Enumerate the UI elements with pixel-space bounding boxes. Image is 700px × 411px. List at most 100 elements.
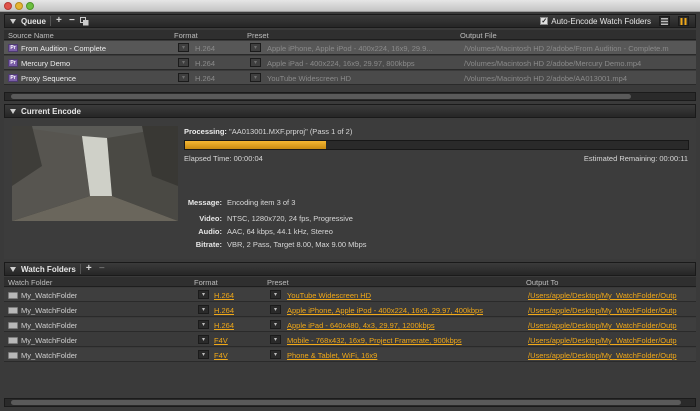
- folder-icon: [8, 307, 18, 314]
- message-label: Message:: [187, 198, 222, 207]
- project-file-icon: Pr: [8, 44, 18, 52]
- remove-watch-folder-button[interactable]: −: [97, 264, 107, 274]
- bitrate-value: VBR, 2 Pass, Target 8.00, Max 9.00 Mbps: [227, 240, 367, 249]
- queue-panel-header: Queue + − ✓ Auto-Encode Watch Folders: [4, 14, 696, 28]
- zoom-window-button[interactable]: [26, 2, 34, 10]
- current-encode-panel-header: Current Encode: [4, 104, 696, 118]
- preset-value[interactable]: Apple iPad - 640x480, 4x3, 29.97, 1200kb…: [287, 321, 517, 330]
- col-source-name[interactable]: Source Name: [8, 31, 54, 40]
- pause-icon: [680, 17, 687, 25]
- video-preview-thumbnail: [12, 126, 178, 221]
- watch-folder-row[interactable]: My_WatchFolder ▾ F4V ▾ Mobile - 768x432,…: [4, 333, 696, 347]
- watch-folder-row[interactable]: My_WatchFolder ▾ H.264 ▾ YouTube Widescr…: [4, 288, 696, 302]
- format-dropdown[interactable]: ▾: [198, 350, 209, 359]
- watch-folder-row[interactable]: My_WatchFolder ▾ F4V ▾ Phone & Tablet, W…: [4, 348, 696, 362]
- preset-dropdown[interactable]: ▾: [270, 335, 281, 344]
- output-to-value[interactable]: /Users/apple/Desktop/My_WatchFolder/Outp: [528, 321, 694, 330]
- scrollbar-thumb[interactable]: [11, 400, 681, 405]
- encode-progress-bar: [184, 140, 689, 150]
- minimize-window-button[interactable]: [15, 2, 23, 10]
- format-dropdown[interactable]: ▾: [198, 335, 209, 344]
- preset-dropdown[interactable]: ▾: [250, 43, 261, 52]
- watch-folder-name: My_WatchFolder: [21, 321, 78, 330]
- format-dropdown[interactable]: ▾: [198, 305, 209, 314]
- source-name: Proxy Sequence: [21, 74, 77, 83]
- output-file-value[interactable]: /Volumes/Macintosh HD 2/adobe/Mercury De…: [464, 59, 694, 68]
- col-output-to[interactable]: Output To: [526, 278, 558, 287]
- collapse-triangle-icon[interactable]: [10, 108, 16, 114]
- current-encode-body: Processing: "AA013001.MXF.prproj" (Pass …: [4, 118, 696, 259]
- scrollbar-thumb[interactable]: [11, 94, 631, 99]
- preset-value[interactable]: YouTube Widescreen HD: [287, 291, 517, 300]
- output-to-value[interactable]: /Users/apple/Desktop/My_WatchFolder/Outp: [528, 306, 694, 315]
- project-file-icon: Pr: [8, 74, 18, 82]
- queue-row[interactable]: Pr From Audition - Complete ▾ H.264 ▾ Ap…: [4, 41, 696, 55]
- queue-horizontal-scrollbar[interactable]: [4, 92, 696, 101]
- preset-value: Apple iPad - 400x224, 16x9, 29.97, 800kb…: [267, 59, 415, 68]
- format-value[interactable]: H.264: [214, 306, 234, 315]
- format-dropdown[interactable]: ▾: [198, 320, 209, 329]
- divider: [49, 16, 51, 26]
- output-file-value[interactable]: /Volumes/Macintosh HD 2/adobe/AA013001.m…: [464, 74, 694, 83]
- collapse-triangle-icon[interactable]: [10, 18, 16, 24]
- add-source-button[interactable]: +: [54, 16, 64, 26]
- watch-folders-horizontal-scrollbar[interactable]: [4, 398, 696, 407]
- watch-folder-row[interactable]: My_WatchFolder ▾ H.264 ▾ Apple iPhone, A…: [4, 303, 696, 317]
- col-format[interactable]: Format: [194, 278, 218, 287]
- preset-dropdown[interactable]: ▾: [270, 305, 281, 314]
- window-titlebar: [0, 0, 700, 12]
- format-value[interactable]: F4V: [214, 351, 228, 360]
- queue-row[interactable]: Pr Proxy Sequence ▾ H.264 ▾ YouTube Wide…: [4, 71, 696, 85]
- duplicate-icon: [80, 16, 89, 25]
- queue-row[interactable]: Pr Mercury Demo ▾ H.264 ▾ Apple iPad - 4…: [4, 56, 696, 70]
- preset-dropdown[interactable]: ▾: [270, 320, 281, 329]
- output-to-value[interactable]: /Users/apple/Desktop/My_WatchFolder/Outp: [528, 336, 694, 345]
- col-output-file[interactable]: Output File: [460, 31, 497, 40]
- video-value: NTSC, 1280x720, 24 fps, Progressive: [227, 214, 353, 223]
- preset-value[interactable]: Phone & Tablet, WiFi, 16x9: [287, 351, 517, 360]
- close-window-button[interactable]: [4, 2, 12, 10]
- video-line: Video: NTSC, 1280x720, 24 fps, Progressiv…: [186, 214, 353, 223]
- format-value[interactable]: H.264: [214, 291, 234, 300]
- output-to-value[interactable]: /Users/apple/Desktop/My_WatchFolder/Outp: [528, 291, 694, 300]
- collapse-triangle-icon[interactable]: [10, 266, 16, 272]
- watch-folder-row[interactable]: My_WatchFolder ▾ H.264 ▾ Apple iPad - 64…: [4, 318, 696, 332]
- source-name: Mercury Demo: [21, 59, 71, 68]
- col-preset[interactable]: Preset: [267, 278, 289, 287]
- preview-image: [12, 126, 178, 221]
- queue-controls: ✓ Auto-Encode Watch Folders: [540, 16, 689, 26]
- col-format[interactable]: Format: [174, 31, 198, 40]
- preset-dropdown[interactable]: ▾: [250, 58, 261, 67]
- format-dropdown[interactable]: ▾: [178, 58, 189, 67]
- format-value: H.264: [195, 59, 216, 68]
- format-dropdown[interactable]: ▾: [198, 290, 209, 299]
- format-dropdown[interactable]: ▾: [178, 73, 189, 82]
- current-encode-title: Current Encode: [21, 106, 82, 116]
- source-name: From Audition - Complete: [21, 44, 107, 53]
- processing-line: Processing: "AA013001.MXF.prproj" (Pass …: [184, 127, 352, 136]
- format-dropdown[interactable]: ▾: [178, 43, 189, 52]
- pause-queue-button[interactable]: [678, 16, 689, 26]
- preset-value[interactable]: Apple iPhone, Apple iPod - 400x224, 16x9…: [287, 306, 517, 315]
- format-value[interactable]: H.264: [214, 321, 234, 330]
- preset-dropdown[interactable]: ▾: [270, 290, 281, 299]
- add-watch-folder-button[interactable]: +: [84, 264, 94, 274]
- settings-button[interactable]: [659, 16, 670, 26]
- preset-dropdown[interactable]: ▾: [270, 350, 281, 359]
- duplicate-button[interactable]: [80, 16, 90, 26]
- output-file-value[interactable]: /Volumes/Macintosh HD 2/adobe/From Audit…: [464, 44, 694, 53]
- preset-value[interactable]: Mobile - 768x432, 16x9, Project Framerat…: [287, 336, 517, 345]
- bitrate-label: Bitrate:: [195, 240, 222, 249]
- folder-icon: [8, 322, 18, 329]
- remove-source-button[interactable]: −: [67, 16, 77, 26]
- col-watch-folder[interactable]: Watch Folder: [8, 278, 52, 287]
- watch-folder-name: My_WatchFolder: [21, 336, 78, 345]
- estimated-remaining: Estimated Remaining: 00:00:11: [583, 154, 688, 163]
- folder-icon: [8, 352, 18, 359]
- col-preset[interactable]: Preset: [247, 31, 269, 40]
- preset-dropdown[interactable]: ▾: [250, 73, 261, 82]
- auto-encode-checkbox[interactable]: ✓: [540, 17, 549, 25]
- watch-folder-name: My_WatchFolder: [21, 306, 78, 315]
- output-to-value[interactable]: /Users/apple/Desktop/My_WatchFolder/Outp: [528, 351, 694, 360]
- format-value[interactable]: F4V: [214, 336, 228, 345]
